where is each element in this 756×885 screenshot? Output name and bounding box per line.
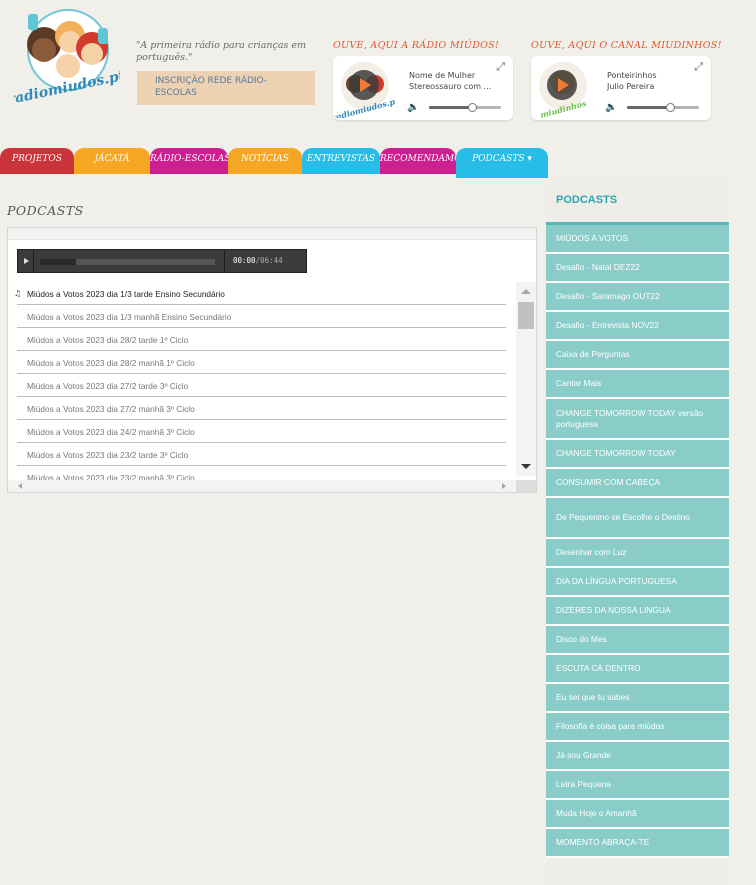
sidebar-item[interactable]: Desafio - Natal DEZ22	[546, 254, 729, 283]
nav-tab-projetos[interactable]: PROJETOS	[0, 148, 74, 174]
miudinhos-song-title: Ponteirinhos	[607, 71, 657, 80]
sidebar-list: MIÚDOS A VOTOS Desafio - Natal DEZ22 Desaf…	[546, 222, 729, 858]
sidebar-item[interactable]: CHANGE TOMORROW TODAY versão portuguesa	[546, 399, 729, 440]
audio-duration: 06:44	[260, 256, 283, 265]
sidebar-item[interactable]: Já sou Grande	[546, 742, 729, 771]
playlist-vertical-scrollbar[interactable]	[516, 282, 536, 476]
nav-tab-radio-escolas[interactable]: RÁDIO-ESCOLAS ▾	[150, 148, 238, 174]
playlist-item[interactable]: Miúdos a Votos 2023 dia 28/2 manhã 1º Ci…	[17, 351, 506, 374]
radio-play-button[interactable]	[349, 70, 379, 100]
audio-divider	[224, 250, 225, 272]
sidebar-item[interactable]: Cantar Mais	[546, 370, 729, 399]
sidebar-item[interactable]: MOMENTO ABRAÇA-TE	[546, 829, 729, 858]
playlist-item[interactable]: Miúdos a Votos 2023 dia 27/2 manhã 3º Ci…	[17, 397, 506, 420]
volume-icon[interactable]: 🔈	[605, 102, 617, 113]
sidebar-item[interactable]: ESCUTA CÁ DENTRO	[546, 655, 729, 684]
miudinhos-player: miudinhos Ponteirinhos Julio Pereira ⤢ 🔈	[531, 56, 711, 120]
nav-tab-entrevistas[interactable]: ENTREVISTAS	[302, 148, 380, 174]
sidebar-item[interactable]: Caixa de Perguntas	[546, 341, 729, 370]
sidebar-item[interactable]: Muda Hoje o Amanhã	[546, 800, 729, 829]
main-nav: PROJETOS JÁCATÁ RÁDIO-ESCOLAS ▾ NOTÍCIAS…	[0, 148, 756, 178]
audio-current-time: 00:00	[233, 256, 256, 265]
scroll-down-arrow-icon[interactable]	[521, 464, 531, 469]
site-header: radiomiudos.pt "A primeira rádio para cr…	[0, 0, 756, 150]
podcast-playlist: Miúdos a Votos 2023 dia 1/3 tarde Ensino…	[8, 282, 516, 482]
volume-icon[interactable]: 🔈	[407, 102, 419, 113]
miudinhos-volume-slider[interactable]	[627, 103, 699, 112]
playlist-item[interactable]: Miúdos a Votos 2023 dia 23/2 tarde 3º Ci…	[17, 443, 506, 466]
nav-tab-noticias[interactable]: NOTÍCIAS	[228, 148, 302, 174]
player-title-miudinhos: OUVE, AQUI O CANAL MIUDINHOS!	[531, 40, 722, 51]
scroll-left-arrow-icon[interactable]	[18, 483, 22, 489]
miudinhos-volume-fill	[627, 106, 671, 109]
radio-player: radiomiudos.pt Nome de Mulher Stereossau…	[333, 56, 513, 120]
playlist-item[interactable]: Miúdos a Votos 2023 dia 24/2 manhã 3º Ci…	[17, 420, 506, 443]
expand-icon[interactable]: ⤢	[496, 60, 505, 74]
sidebar: PODCASTS MIÚDOS A VOTOS Desafio - Natal D…	[546, 178, 729, 885]
player-title-radio: OUVE, AQUI A RÁDIO MIÚDOS!	[333, 40, 500, 51]
radio-song-artist: Stereossauro com ...	[409, 82, 492, 91]
miudinhos-song-artist: Julio Pereira	[607, 82, 655, 91]
playlist-item[interactable]: Miúdos a Votos 2023 dia 27/2 tarde 3º Ci…	[17, 374, 506, 397]
podcast-player-widget: 00:00/06:44 ♫ Miúdos a Votos 2023 dia 1/…	[7, 227, 537, 493]
nav-tab-recomendamos[interactable]: RECOMENDAMOS	[380, 148, 468, 174]
radio-volume-slider[interactable]	[429, 103, 501, 112]
sidebar-item[interactable]: De Pequenino se Escolhe o Destino	[546, 498, 729, 539]
expand-icon[interactable]: ⤢	[694, 60, 703, 74]
play-icon[interactable]	[18, 250, 34, 272]
sidebar-item[interactable]: Filosofia é coisa para miúdos	[546, 713, 729, 742]
audio-time: 00:00/06:44	[233, 256, 283, 265]
playlist-item[interactable]: Miúdos a Votos 2023 dia 1/3 manhã Ensino…	[17, 305, 506, 328]
widget-top-strip	[8, 228, 536, 240]
audio-player: 00:00/06:44	[17, 249, 307, 273]
sidebar-item[interactable]: DIZERES DA NOSSA LINGUA	[546, 597, 729, 626]
tagline: "A primeira rádio para crianças em portu…	[136, 40, 307, 64]
inscricao-link[interactable]: INSCRIÇÃO REDE RÁDIO-ESCOLAS	[137, 71, 315, 105]
radio-volume-fill	[429, 106, 473, 109]
scroll-up-arrow-icon[interactable]	[521, 289, 531, 294]
sidebar-item[interactable]: Desenhar com Luz	[546, 539, 729, 568]
miudinhos-volume-knob[interactable]	[666, 103, 676, 112]
sidebar-item[interactable]: CHANGE TOMORROW TODAY	[546, 440, 729, 469]
audio-buffer-bar	[40, 259, 76, 265]
sidebar-item[interactable]: Disco do Mes	[546, 626, 729, 655]
playlist-item[interactable]: Miúdos a Votos 2023 dia 28/2 tarde 1º Ci…	[17, 328, 506, 351]
audio-progress-bar[interactable]	[40, 259, 215, 265]
site-logo[interactable]: radiomiudos.pt	[14, 6, 120, 102]
scroll-right-arrow-icon[interactable]	[502, 483, 506, 489]
scroll-thumb[interactable]	[518, 302, 534, 329]
nav-tab-podcasts[interactable]: PODCASTS ▾	[456, 148, 548, 178]
playlist-item[interactable]: Miúdos a Votos 2023 dia 1/3 tarde Ensino…	[17, 282, 506, 305]
sidebar-item[interactable]: Eu sei que tu sabes	[546, 684, 729, 713]
miudinhos-play-button[interactable]	[547, 70, 577, 100]
sidebar-item[interactable]: CONSUMIR COM CABEÇA	[546, 469, 729, 498]
sidebar-item[interactable]: Letra Pequena	[546, 771, 729, 800]
sidebar-item[interactable]: Desafio - Saramago OUT22	[546, 283, 729, 312]
scrollbar-corner	[516, 480, 536, 492]
sidebar-item[interactable]: DIA DA LÍNGUA PORTUGUESA	[546, 568, 729, 597]
radio-volume-knob[interactable]	[468, 103, 478, 112]
sidebar-item[interactable]: Desafio - Entrevista NOV22	[546, 312, 729, 341]
playlist-horizontal-scrollbar[interactable]	[8, 480, 516, 492]
page-title: PODCASTS	[7, 203, 84, 218]
sidebar-title: PODCASTS	[556, 194, 618, 206]
radio-song-title: Nome de Mulher	[409, 71, 476, 80]
nav-tab-jacata[interactable]: JÁCATÁ	[74, 148, 150, 174]
sidebar-item[interactable]: MIÚDOS A VOTOS	[546, 225, 729, 254]
